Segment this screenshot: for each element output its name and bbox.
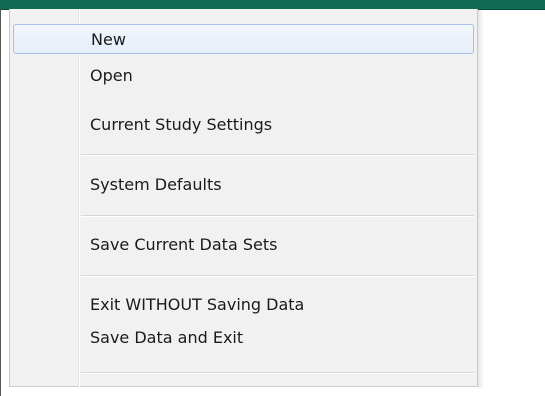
menu-item-save-current-data-sets[interactable]: Save Current Data Sets <box>13 230 474 260</box>
menu-item-new[interactable]: New <box>13 24 474 54</box>
menu-separator <box>81 154 474 156</box>
menu-item-new-label: New <box>91 30 126 49</box>
menu-item-exit-without-saving-label: Exit WITHOUT Saving Data <box>90 295 305 314</box>
menu-item-system-defaults[interactable]: System Defaults <box>13 170 474 200</box>
screen: New Open Current Study Settings System D… <box>0 0 545 396</box>
menu-item-exit-without-saving[interactable]: Exit WITHOUT Saving Data <box>13 290 474 320</box>
menu-separator <box>81 372 474 374</box>
menu-separator <box>81 275 474 277</box>
menu-item-save-data-and-exit-label: Save Data and Exit <box>90 328 244 347</box>
menu-item-save-data-and-exit[interactable]: Save Data and Exit <box>13 323 474 353</box>
menu-shadow <box>478 10 484 388</box>
window-left-edge <box>0 9 1 396</box>
menu-item-system-defaults-label: System Defaults <box>90 175 222 194</box>
menu-separator <box>81 215 474 217</box>
menu-item-open-label: Open <box>90 66 133 85</box>
menu-item-save-current-data-sets-label: Save Current Data Sets <box>90 235 278 254</box>
menu-item-open[interactable]: Open <box>13 61 474 91</box>
menu-item-current-study-settings-label: Current Study Settings <box>90 115 273 134</box>
file-dropdown-menu: New Open Current Study Settings System D… <box>9 9 478 387</box>
menu-item-current-study-settings[interactable]: Current Study Settings <box>13 110 474 140</box>
